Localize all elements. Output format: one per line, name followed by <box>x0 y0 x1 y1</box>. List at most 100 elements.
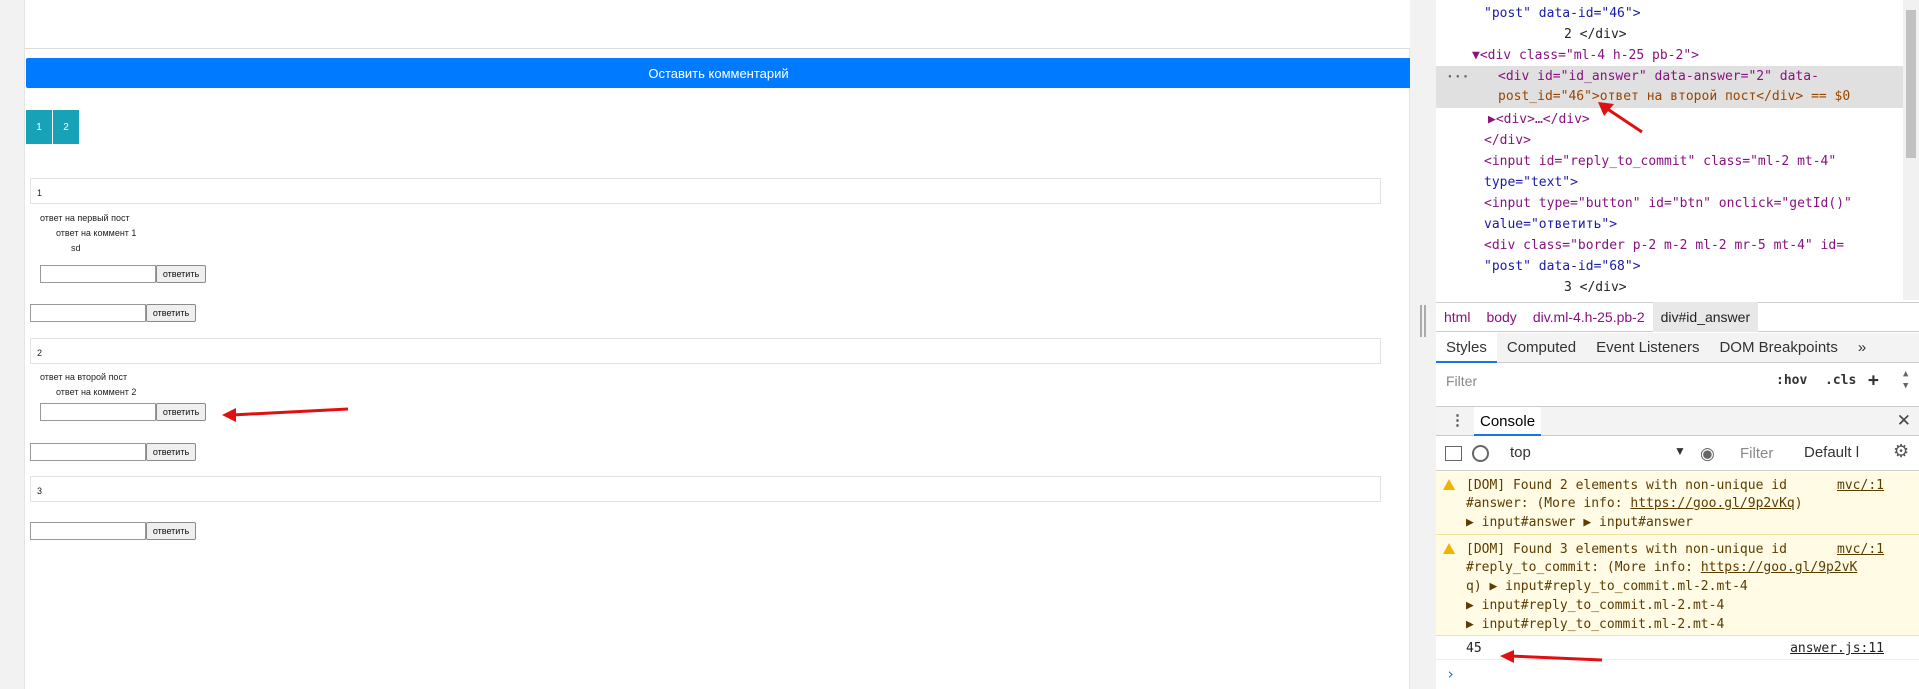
dom-line[interactable]: <div class="border p-2 m-2 ml-2 mr-5 mt-… <box>1484 238 1844 253</box>
pagination: 1 2 <box>26 110 80 144</box>
more-tabs-icon[interactable]: » <box>1848 333 1876 363</box>
eye-icon[interactable]: ◉ <box>1700 444 1715 464</box>
splitter-grip-icon[interactable] <box>1420 305 1426 337</box>
dom-line[interactable]: 2 </div> <box>1564 27 1627 42</box>
reply-input[interactable] <box>40 403 156 421</box>
node-list[interactable]: ▶ input#reply_to_commit.ml-2.mt-4 <box>1466 617 1724 632</box>
more-options-icon[interactable]: ··· <box>1446 70 1469 85</box>
info-link[interactable]: https://goo.gl/9p2vK <box>1701 560 1858 575</box>
add-rule-icon[interactable]: + <box>1868 368 1879 394</box>
dom-line[interactable]: <input type="button" id="btn" onclick="g… <box>1484 196 1852 211</box>
leave-comment-button[interactable]: Оставить комментарий <box>26 58 1411 88</box>
reply-button[interactable]: ответить <box>146 304 196 322</box>
post-number: 3 <box>37 486 43 496</box>
styles-tabbar: Styles Computed Event Listeners DOM Brea… <box>1436 332 1919 363</box>
close-drawer-icon[interactable]: ✕ <box>1897 411 1911 431</box>
answer-text: sd <box>71 243 81 253</box>
warning-icon <box>1443 479 1455 490</box>
post-card: 3 <box>30 476 1381 502</box>
tab-console[interactable]: Console <box>1474 407 1542 436</box>
warning-text: [DOM] Found 2 elements with non-unique i… <box>1466 478 1787 493</box>
source-link[interactable]: answer.js:11 <box>1790 641 1884 656</box>
annotation-arrow-icon <box>222 407 349 422</box>
dom-line[interactable]: </div> <box>1484 133 1531 148</box>
reply-input[interactable] <box>40 265 156 283</box>
post-card: 2 <box>30 338 1381 364</box>
dom-line[interactable]: <input id="reply_to_commit" class="ml-2 … <box>1484 154 1836 169</box>
dom-line[interactable]: ▼<div class="ml-4 h-25 pb-2"> <box>1472 48 1699 63</box>
breadcrumb: html body div.ml-4.h-25.pb-2 div#id_answ… <box>1436 302 1919 332</box>
dom-line[interactable]: "post" data-id="46"> <box>1484 6 1641 21</box>
page-link-2[interactable]: 2 <box>53 110 80 144</box>
cls-toggle[interactable]: .cls <box>1825 368 1856 394</box>
tab-computed[interactable]: Computed <box>1497 333 1586 363</box>
scroll-arrows-icon[interactable]: ▲ ▼ <box>1903 368 1908 394</box>
chevron-down-icon[interactable]: ▼ <box>1674 444 1686 458</box>
reply-button[interactable]: ответить <box>156 403 206 421</box>
crumb-html[interactable]: html <box>1436 302 1478 332</box>
annotation-arrow-icon <box>1598 102 1643 134</box>
devtools-splitter[interactable] <box>1410 0 1436 689</box>
context-select[interactable]: top <box>1510 444 1531 461</box>
drawer-menu-icon[interactable]: ⋮ <box>1450 411 1465 429</box>
log-value: 45 <box>1466 641 1482 656</box>
console-warning: [DOM] Found 2 elements with non-unique i… <box>1436 472 1919 535</box>
node-list[interactable]: ▶ input#reply_to_commit.ml-2.mt-4 <box>1466 598 1724 613</box>
crumb-id-answer[interactable]: div#id_answer <box>1652 302 1759 332</box>
console-filter-input[interactable]: Filter <box>1736 441 1782 467</box>
elements-scrollbar[interactable] <box>1903 0 1919 300</box>
console-prompt-icon[interactable]: › <box>1446 665 1455 683</box>
console-toolbar: top ▼ ◉ Filter Default l ⚙ <box>1436 437 1919 471</box>
warning-icon <box>1443 543 1455 554</box>
gear-icon[interactable]: ⚙ <box>1893 441 1909 462</box>
hov-toggle[interactable]: :hov <box>1776 368 1807 394</box>
answer-text: ответ на второй пост <box>40 372 128 382</box>
console-drawer-header: ⋮ Console ✕ <box>1436 406 1919 436</box>
tab-dom-breakpoints[interactable]: DOM Breakpoints <box>1709 333 1847 363</box>
web-page: Оставить комментарий 1 2 1 ответ на перв… <box>24 0 1411 689</box>
dom-line[interactable]: type="text"> <box>1484 175 1578 190</box>
elements-tree: ··· "post" data-id="46"> 2 </div> ▼<div … <box>1436 0 1919 300</box>
scroll-thumb[interactable] <box>1906 10 1916 158</box>
answer-text: ответ на коммент 1 <box>56 228 137 238</box>
reply-button[interactable]: ответить <box>156 265 206 283</box>
warning-text: [DOM] Found 3 elements with non-unique i… <box>1466 542 1787 557</box>
dom-line[interactable]: post_id="46">ответ на второй пост</div> … <box>1498 89 1850 104</box>
answer-text: ответ на коммент 2 <box>56 387 137 397</box>
tab-event-listeners[interactable]: Event Listeners <box>1586 333 1709 363</box>
annotation-arrow-icon <box>1500 650 1603 663</box>
crumb-body[interactable]: body <box>1478 302 1524 332</box>
crumb-div-ml4[interactable]: div.ml-4.h-25.pb-2 <box>1525 302 1653 332</box>
node-list[interactable]: ▶ input#answer ▶ input#answer <box>1466 515 1693 530</box>
comment-textarea[interactable] <box>25 0 1411 49</box>
dom-line[interactable]: value="ответить"> <box>1484 217 1617 232</box>
console-warning: [DOM] Found 3 elements with non-unique i… <box>1436 536 1919 636</box>
log-levels-select[interactable]: Default l <box>1804 444 1870 461</box>
clear-console-icon[interactable] <box>1472 445 1489 462</box>
answer-text: ответ на первый пост <box>40 213 130 223</box>
styles-filter-input[interactable]: Filter <box>1442 368 1772 394</box>
node-list[interactable]: q) ▶ input#reply_to_commit.ml-2.mt-4 <box>1466 579 1748 594</box>
post-card: 1 <box>30 178 1381 204</box>
dom-line[interactable]: 3 </div> <box>1564 280 1627 295</box>
sidebar-toggle-icon[interactable] <box>1445 446 1462 461</box>
reply-to-commit-input[interactable] <box>30 443 146 461</box>
dom-line[interactable]: "post" data-id="68"> <box>1484 259 1641 274</box>
post-number: 1 <box>37 188 43 198</box>
reply-to-commit-input[interactable] <box>30 522 146 540</box>
styles-filterbar: Filter :hov .cls + ▲ ▼ <box>1436 364 1919 400</box>
post-number: 2 <box>37 348 43 358</box>
warning-text: #answer: (More info: https://goo.gl/9p2v… <box>1466 496 1803 511</box>
page-link-1[interactable]: 1 <box>26 110 53 144</box>
devtools-panel: ··· "post" data-id="46"> 2 </div> ▼<div … <box>1436 0 1919 689</box>
dom-line[interactable]: <div id="id_answer" data-answer="2" data… <box>1498 69 1819 84</box>
dom-line[interactable]: ▶<div>…</div> <box>1488 112 1590 127</box>
reply-button[interactable]: ответить <box>146 443 196 461</box>
tab-styles[interactable]: Styles <box>1436 332 1497 363</box>
source-link[interactable]: mvc/:1 <box>1837 478 1884 493</box>
warning-text: #reply_to_commit: (More info: https://go… <box>1466 560 1858 575</box>
info-link[interactable]: https://goo.gl/9p2vKq <box>1630 496 1794 511</box>
reply-to-commit-input[interactable] <box>30 304 146 322</box>
source-link[interactable]: mvc/:1 <box>1837 542 1884 557</box>
reply-button[interactable]: ответить <box>146 522 196 540</box>
